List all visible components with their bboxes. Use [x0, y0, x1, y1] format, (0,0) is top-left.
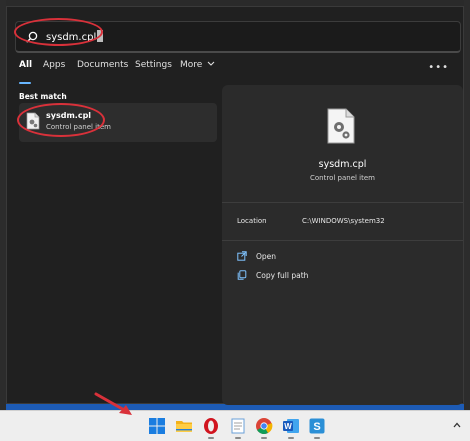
best-match-result[interactable]: sysdm.cpl Control panel item: [19, 103, 217, 142]
taskbar: W S: [0, 410, 470, 441]
divider: [222, 202, 463, 203]
detail-title: sysdm.cpl: [318, 159, 367, 170]
detail-subtitle: Control panel item: [310, 174, 375, 182]
chevron-down-icon: [207, 61, 215, 66]
tab-more[interactable]: More: [180, 60, 215, 70]
tab-settings[interactable]: Settings: [135, 60, 172, 70]
tab-apps[interactable]: Apps: [43, 60, 65, 70]
search-input[interactable]: sysdm.cpl: [15, 21, 461, 53]
desktop-right-strip: [464, 0, 470, 410]
search-tabs: All Apps Documents Settings More: [19, 60, 459, 80]
active-app-indicator: [208, 437, 214, 439]
tab-all[interactable]: All: [19, 60, 32, 70]
annotation-arrow: [94, 392, 132, 415]
search-icon: [26, 31, 38, 43]
location-label: Location: [237, 217, 267, 225]
best-match-heading: Best match: [19, 92, 67, 101]
location-value: C:\WINDOWS\system32: [302, 217, 385, 225]
svg-text:W: W: [284, 422, 292, 431]
control-panel-file-icon: [327, 108, 355, 144]
divider: [222, 240, 463, 241]
tab-documents[interactable]: Documents: [77, 60, 128, 70]
text-caret: [97, 30, 104, 42]
file-explorer-icon[interactable]: [175, 417, 193, 435]
best-match-title: sysdm.cpl: [46, 111, 92, 120]
sysdm-app-icon[interactable]: S: [308, 417, 326, 435]
active-app-indicator: [235, 437, 241, 439]
notepad-icon[interactable]: [229, 417, 247, 435]
tab-active-indicator: [19, 82, 31, 84]
best-match-subtitle: Control panel item: [46, 123, 111, 131]
active-app-indicator: [314, 437, 320, 439]
opera-icon[interactable]: [202, 417, 220, 435]
copy-full-path-label: Copy full path: [256, 271, 309, 280]
active-app-indicator: [288, 437, 294, 439]
search-query: sysdm.cpl: [46, 30, 104, 43]
copy-icon: [237, 270, 247, 280]
chevron-up-icon[interactable]: [452, 420, 462, 430]
svg-text:S: S: [313, 421, 320, 433]
word-icon[interactable]: W: [282, 417, 300, 435]
active-app-indicator: [261, 437, 267, 439]
windows-start-icon[interactable]: [148, 417, 166, 435]
detail-pane: sysdm.cpl Control panel item Location C:…: [222, 85, 463, 405]
search-panel: sysdm.cpl All Apps Documents Settings Mo…: [6, 6, 464, 405]
open-label: Open: [256, 252, 277, 261]
more-options-icon[interactable]: •••: [428, 62, 449, 73]
chrome-icon[interactable]: [255, 417, 273, 435]
control-panel-file-icon: [26, 112, 40, 130]
open-external-icon: [237, 251, 247, 261]
